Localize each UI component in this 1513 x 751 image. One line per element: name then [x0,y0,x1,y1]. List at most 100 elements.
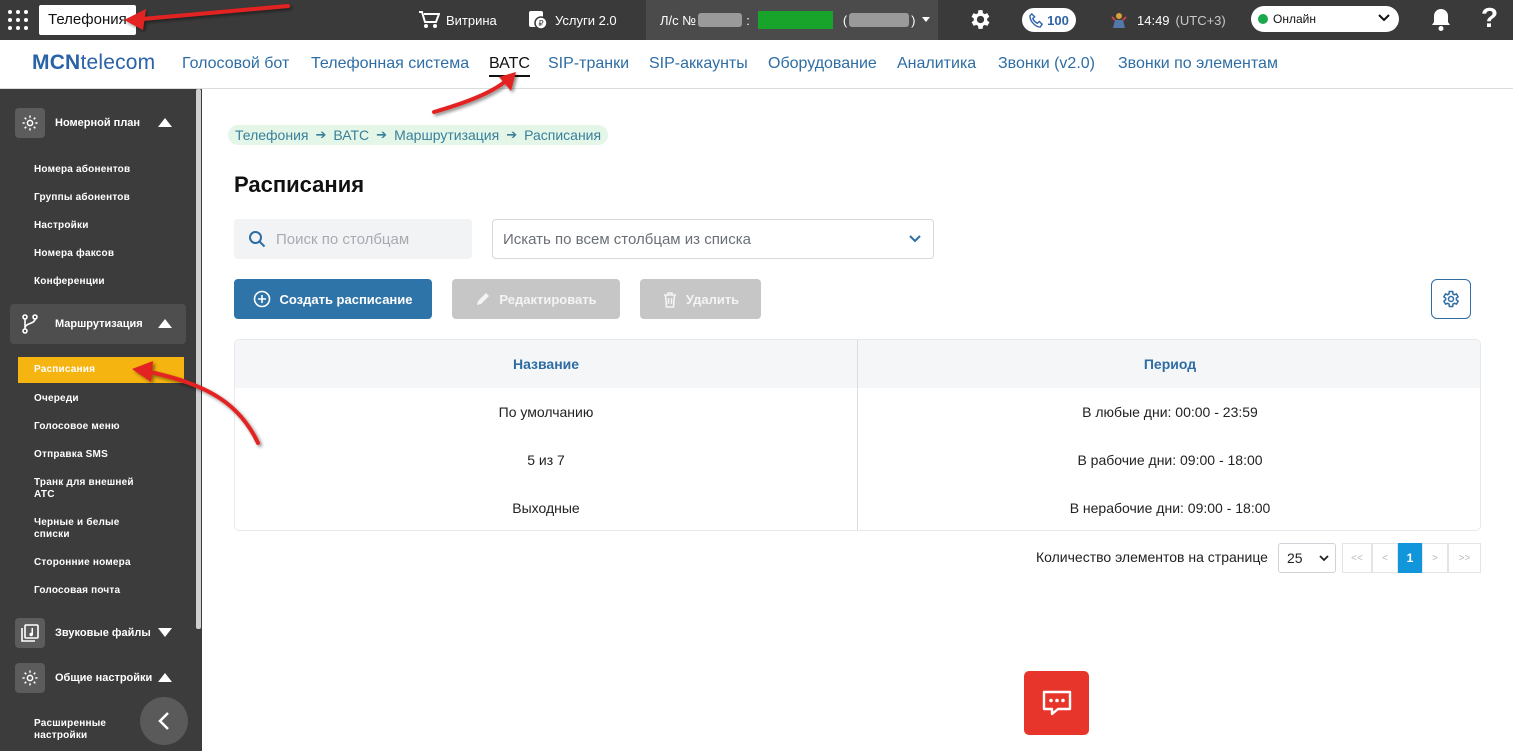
chat-icon [1042,690,1071,716]
tab-phone-system[interactable]: Телефонная система [311,55,469,73]
sidebar-item-send-sms[interactable]: Отправка SMS [34,449,184,461]
sidebar: Номерной план Номера абонентов Группы аб… [0,89,202,751]
active-calls-counter[interactable]: 100 [1022,8,1076,32]
apps-grid-icon[interactable] [8,10,28,30]
cell-name: 5 из 7 [527,452,565,468]
chevron-down-icon [909,235,921,243]
sidebar-group-label: Номерной план [55,117,141,129]
sidebar-item-conferences[interactable]: Конференции [34,276,184,288]
sidebar-group-routing[interactable]: Маршрутизация [10,304,186,344]
page-next-button[interactable]: > [1422,543,1448,573]
page-first-button[interactable]: << [1342,543,1372,573]
sidebar-item-third-party-numbers[interactable]: Сторонние номера [34,557,184,569]
search-icon [249,231,266,248]
sidebar-item-subscriber-numbers[interactable]: Номера абонентов [34,164,184,176]
page-current-button[interactable]: 1 [1398,543,1422,573]
app-title[interactable]: Телефония [39,5,136,35]
sidebar-item-voice-menu[interactable]: Голосовое меню [34,421,184,433]
chevron-down-icon [1378,14,1390,22]
breadcrumb-item-telephony[interactable]: Телефония [235,127,308,143]
cart-icon [419,11,440,28]
pencil-icon [477,293,490,305]
account-prefix: Л/с № [660,12,697,28]
sidebar-item-external-trunk[interactable]: Транк для внешней АТС [34,477,154,501]
calls-count: 100 [1047,12,1069,28]
sidebar-collapse-button[interactable] [140,697,188,745]
tab-vats[interactable]: ВАТС [489,55,530,77]
search-input[interactable]: Поиск по столбцам [234,219,472,259]
sidebar-group-general-settings[interactable]: Общие настройки [10,658,186,698]
sidebar-item-fax-numbers[interactable]: Номера факсов [34,248,184,260]
breadcrumb: Телефония ➔ ВАТС ➔ Маршрутизация ➔ Распи… [228,125,609,145]
balance-redacted [757,11,833,29]
chevron-down-icon [921,17,930,22]
table-settings-button[interactable] [1431,279,1471,319]
per-page-select[interactable]: 25 [1278,543,1336,573]
sidebar-scrollbar[interactable] [196,89,201,629]
avatar-icon [1111,13,1127,28]
sidebar-item-queues[interactable]: Очереди [34,393,184,405]
svg-text:₽: ₽ [539,19,544,28]
logo[interactable]: MCNtelecom [32,51,155,75]
sidebar-item-subscriber-groups[interactable]: Группы абонентов [34,192,184,204]
sidebar-item-advanced-settings[interactable]: Расширенные настройки [34,718,134,742]
settings-gear-icon [15,108,45,138]
bell-icon[interactable] [1430,7,1452,32]
caret-down-icon [158,628,172,637]
trash-icon [663,291,676,308]
sidebar-group-label: Звуковые файлы [55,627,151,639]
account-colon: : [746,12,750,28]
settings-gear-icon [15,663,45,693]
sidebar-item-black-white-lists[interactable]: Черные и белые списки [34,517,144,541]
sidebar-group-sound-files[interactable]: Звуковые файлы [10,613,186,653]
delete-label: Удалить [685,291,740,307]
breadcrumb-item-vats[interactable]: ВАТС [333,127,369,143]
search-placeholder: Поиск по столбцам [276,230,410,248]
account-name-redacted [849,13,910,27]
sidebar-item-schedules[interactable]: Расписания [18,357,184,383]
page-last-button[interactable]: >> [1448,543,1481,573]
column-header-name[interactable]: Название [235,340,857,388]
caret-up-icon [158,319,172,328]
tab-equipment[interactable]: Оборудование [768,55,877,73]
breadcrumb-separator: ➔ [315,127,327,142]
tab-sip-accounts[interactable]: SIP-аккаунты [649,55,748,73]
online-dot [1258,14,1268,24]
sidebar-group-numbering[interactable]: Номерной план [10,103,186,143]
chat-button[interactable] [1024,671,1089,735]
table-header: Название Период [235,340,1480,388]
services-link[interactable]: ₽ Услуги 2.0 [527,0,617,40]
sidebar-item-voicemail[interactable]: Голосовая почта [34,585,184,597]
sidebar-item-settings[interactable]: Настройки [34,220,184,232]
gear-icon[interactable] [968,7,993,32]
tab-voice-bot[interactable]: Голосовой бот [182,55,289,73]
clock-time: 14:49 [1137,12,1170,28]
page-prev-button[interactable]: < [1372,543,1398,573]
delete-button[interactable]: Удалить [640,279,761,319]
services-label: Услуги 2.0 [555,12,617,28]
status-value: Онлайн [1273,12,1316,26]
account-number-redacted [698,13,743,27]
paren-close: ) [911,12,916,28]
tab-calls-by-elements[interactable]: Звонки по элементам [1118,55,1278,73]
create-schedule-button[interactable]: Создать расписание [234,279,432,319]
per-page-label: Количество элементов на странице [1036,549,1268,565]
routing-icon [15,309,45,339]
tab-analytics[interactable]: Аналитика [897,55,976,73]
clock-timezone: (UTC+3) [1175,12,1226,28]
edit-label: Редактировать [499,291,597,307]
status-select[interactable]: Онлайн [1251,6,1399,32]
account-selector[interactable]: Л/с № : ( ) [646,0,938,40]
column-header-period[interactable]: Период [858,340,1480,388]
edit-button[interactable]: Редактировать [452,279,620,319]
cell-period: В нерабочие дни: 09:00 - 18:00 [1069,500,1271,516]
create-schedule-label: Создать расписание [279,291,413,307]
breadcrumb-item-routing[interactable]: Маршрутизация [394,127,499,143]
columns-select[interactable]: Искать по всем столбцам из списка [492,219,934,259]
showcase-link[interactable]: Витрина [418,0,497,40]
help-icon[interactable]: ? [1481,2,1498,34]
tab-calls-v2[interactable]: Звонки (v2.0) [998,55,1095,73]
tab-sip-trunks[interactable]: SIP-транки [548,55,629,73]
columns-select-value: Искать по всем столбцам из списка [503,230,751,248]
caret-up-icon [158,673,172,682]
